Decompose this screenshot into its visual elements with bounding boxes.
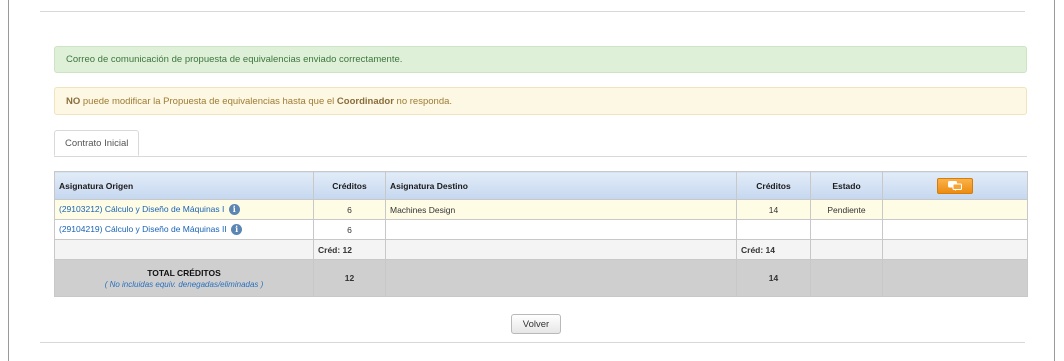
cell-total-empty <box>385 259 737 297</box>
cell-action <box>882 199 1028 220</box>
total-note: ( No incluidas equiv. denegadas/eliminad… <box>104 279 264 289</box>
cell-estado: Pendiente <box>810 199 883 220</box>
cell-subtotal-empty <box>54 239 314 260</box>
warning-strong-coordinador: Coordinador <box>336 95 394 107</box>
bottom-divider <box>40 342 1025 343</box>
subtotal-row: Créd: 12 Créd: 14 <box>54 239 1028 260</box>
cell-subtotal-empty <box>810 239 883 260</box>
total-label-cell: TOTAL CRÉDITOS ( No incluidas equiv. den… <box>54 259 314 297</box>
subtotal-destino: Créd: 14 <box>736 239 811 260</box>
cell-action <box>882 219 1028 240</box>
table-row: (29104219) Cálculo y Diseño de Máquinas … <box>54 219 1028 240</box>
header-creditos-origen: Créditos <box>313 171 386 200</box>
equivalencias-table: Asignatura Origen Créditos Asignatura De… <box>54 171 1028 297</box>
warning-text-part1: puede modificar la Propuesta de equivale… <box>80 95 337 107</box>
tab-contrato-inicial[interactable]: Contrato Inicial <box>54 130 140 156</box>
cell-creditos-destino: 14 <box>736 199 811 220</box>
success-alert: Correo de comunicación de propuesta de e… <box>54 46 1027 73</box>
cell-origen: (29104219) Cálculo y Diseño de Máquinas … <box>54 219 314 240</box>
cell-total-empty <box>882 259 1028 297</box>
cell-creditos-origen: 6 <box>313 199 386 220</box>
frame-right-border <box>1054 0 1055 361</box>
info-icon[interactable]: i <box>228 204 240 216</box>
tab-bar: Contrato Inicial <box>54 130 1027 157</box>
header-estado: Estado <box>810 171 883 200</box>
frame-left-border <box>8 0 9 361</box>
header-asignatura-destino: Asignatura Destino <box>385 171 737 200</box>
warning-alert-text: NO puede modificar la Propuesta de equiv… <box>66 96 452 107</box>
total-destino: 14 <box>736 259 811 297</box>
cell-subtotal-empty <box>882 239 1028 260</box>
cell-creditos-origen: 6 <box>313 219 386 240</box>
header-creditos-destino: Créditos <box>736 171 811 200</box>
total-row: TOTAL CRÉDITOS ( No incluidas equiv. den… <box>54 259 1028 297</box>
header-action <box>882 171 1028 200</box>
success-alert-text: Correo de comunicación de propuesta de e… <box>66 54 403 65</box>
cell-creditos-destino <box>736 219 811 240</box>
cell-estado <box>810 219 883 240</box>
speech-bubbles-icon <box>948 181 962 192</box>
comments-button[interactable] <box>937 177 973 194</box>
cell-subtotal-empty <box>385 239 737 260</box>
subtotal-origen: Créd: 12 <box>313 239 386 260</box>
cell-total-empty <box>810 259 883 297</box>
asignatura-origen-link[interactable]: (29103212) Cálculo y Diseño de Máquinas … <box>59 204 224 214</box>
cell-origen: (29103212) Cálculo y Diseño de Máquinas … <box>54 199 314 220</box>
total-origen: 12 <box>313 259 386 297</box>
warning-alert: NO puede modificar la Propuesta de equiv… <box>54 87 1027 115</box>
table-row: (29103212) Cálculo y Diseño de Máquinas … <box>54 199 1028 220</box>
warning-text-part2: no responda. <box>393 95 453 107</box>
info-icon[interactable]: i <box>231 224 243 236</box>
cell-destino <box>385 219 737 240</box>
total-title: TOTAL CRÉDITOS <box>147 267 221 278</box>
cell-destino: Machines Design <box>385 199 737 220</box>
table-header-row: Asignatura Origen Créditos Asignatura De… <box>54 171 1028 200</box>
top-divider <box>40 11 1025 12</box>
header-asignatura-origen: Asignatura Origen <box>54 171 314 200</box>
warning-strong-no: NO <box>66 95 81 107</box>
volver-button[interactable]: Volver <box>511 314 561 334</box>
asignatura-origen-link[interactable]: (29104219) Cálculo y Diseño de Máquinas … <box>59 224 227 234</box>
